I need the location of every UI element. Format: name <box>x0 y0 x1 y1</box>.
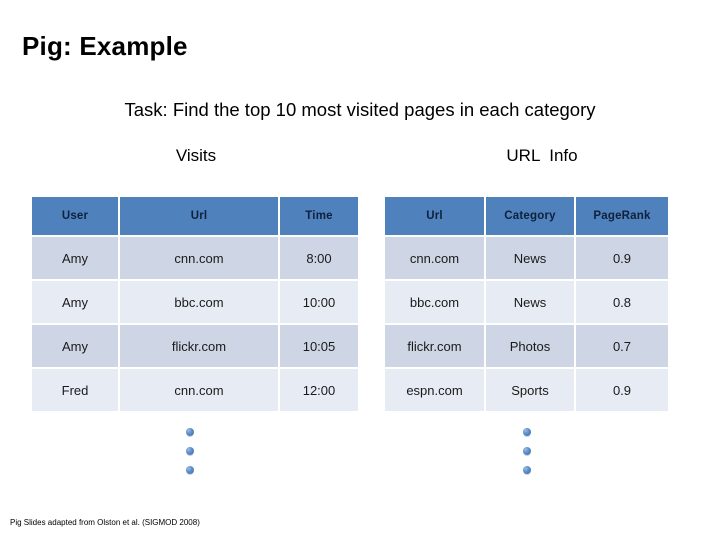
cell-category: Sports <box>486 369 574 411</box>
ellipsis-dot-icon <box>523 447 531 455</box>
cell-time: 12:00 <box>280 369 358 411</box>
cell-category: News <box>486 281 574 323</box>
cell-url: flickr.com <box>120 325 278 367</box>
slide-canvas: Pig: Example Task: Find the top 10 most … <box>0 0 720 540</box>
cell-url: bbc.com <box>385 281 484 323</box>
cell-user: Amy <box>32 325 118 367</box>
column-header-url: Url <box>385 197 484 235</box>
cell-url: espn.com <box>385 369 484 411</box>
cell-category: News <box>486 237 574 279</box>
cell-url: cnn.com <box>385 237 484 279</box>
table-row: flickr.com Photos 0.7 <box>385 325 668 367</box>
cell-user: Amy <box>32 281 118 323</box>
ellipsis-dot-icon <box>186 466 194 474</box>
column-header-user: User <box>32 197 118 235</box>
task-statement: Task: Find the top 10 most visited pages… <box>124 99 596 120</box>
column-header-url: Url <box>120 197 278 235</box>
url-info-table-caption: URL Info <box>506 146 578 165</box>
column-header-pagerank: PageRank <box>576 197 668 235</box>
cell-category: Photos <box>486 325 574 367</box>
table-header-row: Url Category PageRank <box>385 197 668 235</box>
visits-table-caption: Visits <box>175 146 217 165</box>
ellipsis-dot-icon <box>523 428 531 436</box>
table-row: Fred cnn.com 12:00 <box>32 369 358 411</box>
page-title: Pig: Example <box>22 31 188 61</box>
cell-time: 10:05 <box>280 325 358 367</box>
ellipsis-dot-icon <box>186 428 194 436</box>
cell-url: cnn.com <box>120 237 278 279</box>
cell-pagerank: 0.9 <box>576 369 668 411</box>
cell-user: Fred <box>32 369 118 411</box>
cell-pagerank: 0.7 <box>576 325 668 367</box>
table-row: bbc.com News 0.8 <box>385 281 668 323</box>
cell-time: 10:00 <box>280 281 358 323</box>
table-row: cnn.com News 0.9 <box>385 237 668 279</box>
ellipsis-dot-icon <box>523 466 531 474</box>
visits-ellipsis-icon <box>186 428 194 474</box>
cell-user: Amy <box>32 237 118 279</box>
column-header-category: Category <box>486 197 574 235</box>
ellipsis-dot-icon <box>186 447 194 455</box>
cell-url: flickr.com <box>385 325 484 367</box>
source-footnote: Pig Slides adapted from Olston et al. (S… <box>10 518 200 527</box>
visits-table: User Url Time Amy cnn.com 8:00 Amy bbc.c… <box>30 195 360 413</box>
table-row: Amy bbc.com 10:00 <box>32 281 358 323</box>
cell-url: bbc.com <box>120 281 278 323</box>
cell-url: cnn.com <box>120 369 278 411</box>
cell-pagerank: 0.8 <box>576 281 668 323</box>
cell-time: 8:00 <box>280 237 358 279</box>
table-header-row: User Url Time <box>32 197 358 235</box>
url-info-table: Url Category PageRank cnn.com News 0.9 b… <box>383 195 670 413</box>
column-header-time: Time <box>280 197 358 235</box>
table-row: Amy flickr.com 10:05 <box>32 325 358 367</box>
table-row: Amy cnn.com 8:00 <box>32 237 358 279</box>
cell-pagerank: 0.9 <box>576 237 668 279</box>
table-row: espn.com Sports 0.9 <box>385 369 668 411</box>
url-info-ellipsis-icon <box>523 428 531 474</box>
